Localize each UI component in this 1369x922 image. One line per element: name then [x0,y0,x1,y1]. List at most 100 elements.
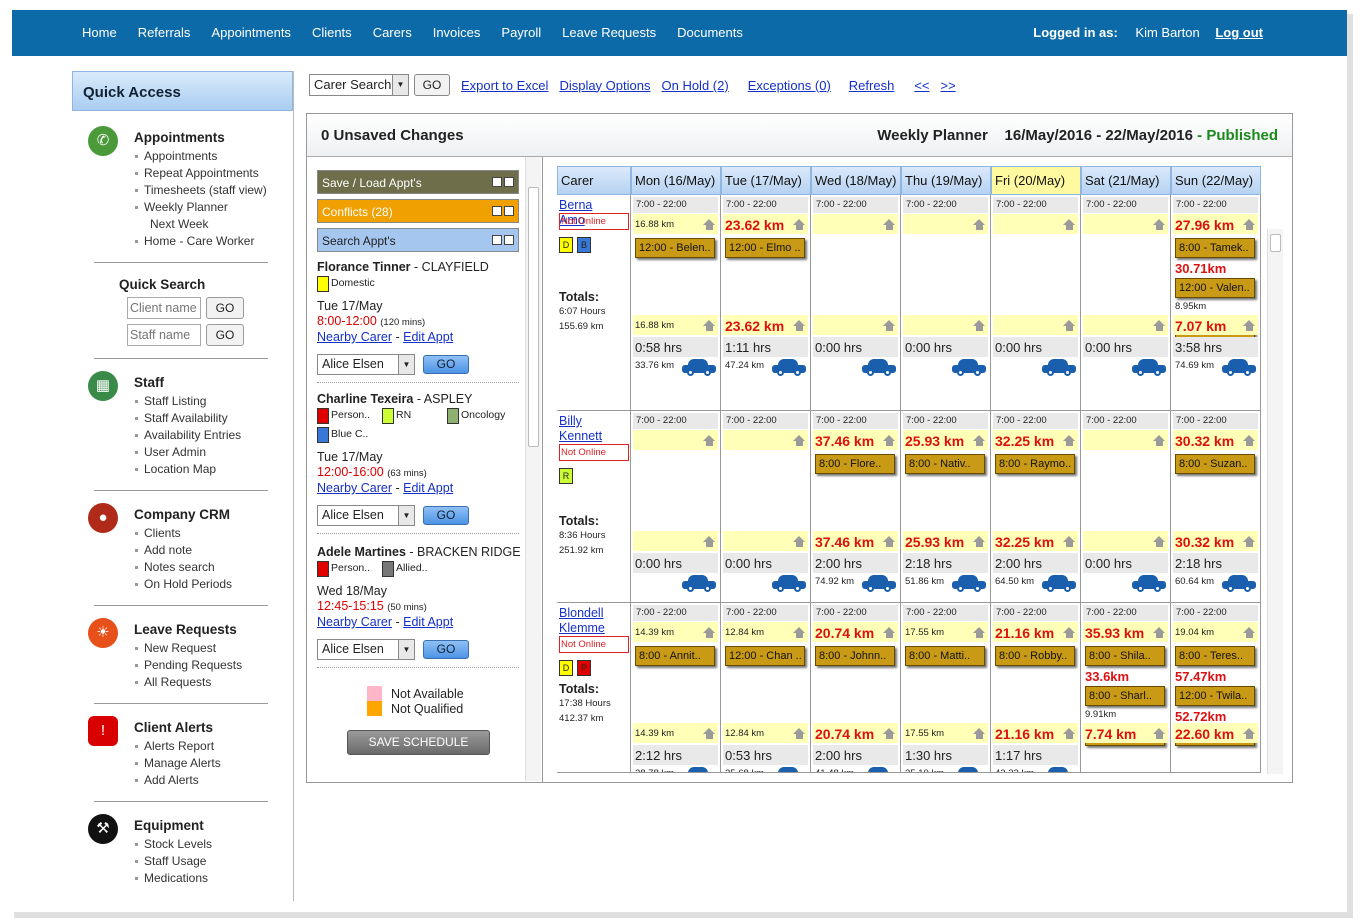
appointment-block[interactable]: 8:00 - Raymo.. [995,454,1075,474]
sidebar-appointments-weekly-planner[interactable]: Weekly Planner [134,200,267,217]
nav-appointments[interactable]: Appointments [211,25,291,40]
chevron-down-icon[interactable]: ▼ [398,640,414,659]
window-controls-icon[interactable] [490,176,514,188]
appointment-block[interactable]: 8:00 - Nativ.. [905,454,985,474]
prev-week-link[interactable]: << [914,78,929,93]
divider [94,490,268,491]
sidebar-leave-all-requests[interactable]: All Requests [134,675,242,692]
nav-leave-requests[interactable]: Leave Requests [562,25,656,40]
appointment-block[interactable]: 12:00 - Belen.. [635,238,715,258]
appointment-block[interactable]: 8:00 - Annit.. [635,646,715,666]
scroll-thumb[interactable] [528,187,539,447]
nav-home[interactable]: Home [82,25,117,40]
carer-go-button[interactable]: GO [423,506,469,525]
tag-swatch [382,408,394,424]
scroll-thumb[interactable] [1270,234,1281,252]
sidebar-appointments-next-week[interactable]: Next Week [134,217,267,234]
save-load-bar[interactable]: Save / Load Appt's [317,170,519,194]
sidebar-equipment-staff-usage[interactable]: Staff Usage [134,854,212,871]
sidebar-alerts-add-alerts[interactable]: Add Alerts [134,773,221,790]
appointment-block[interactable]: 12:00 - Valen.. [1175,278,1255,298]
chevron-down-icon[interactable]: ▼ [398,506,414,525]
sidebar-crm-add-note[interactable]: Add note [134,543,232,560]
next-week-link[interactable]: >> [941,78,956,93]
search-appts-bar[interactable]: Search Appt's [317,228,519,252]
appointment-block[interactable]: 12:00 - Twila.. [1175,686,1255,706]
nav-clients[interactable]: Clients [312,25,352,40]
sidebar-appointments-timesheets-staff-view[interactable]: Timesheets (staff view) [134,183,267,200]
appointment-block[interactable]: 8:00 - Sharl.. [1085,686,1165,706]
appointment-block[interactable]: 8:00 - Johnn.. [815,646,895,666]
appointment-block[interactable]: 8:00 - Teres.. [1175,646,1255,666]
search-type-value: Carer Search [314,77,392,92]
appointment-block[interactable]: 8:00 - Tamek.. [1175,238,1255,258]
staff-icon: ▦ [88,371,118,401]
nav-referrals[interactable]: Referrals [138,25,191,40]
edit-appt-link[interactable]: Edit Appt [403,615,453,629]
sidebar-staff-availability-entries[interactable]: Availability Entries [134,428,241,445]
km-between: 57.47km [1175,669,1227,684]
appointment-block[interactable]: 8:00 - Robby.. [995,646,1075,666]
sidebar-equipment-stock-levels[interactable]: Stock Levels [134,837,212,854]
carer-go-button[interactable]: GO [423,640,469,659]
nav-invoices[interactable]: Invoices [433,25,481,40]
sidebar-staff-staff-availability[interactable]: Staff Availability [134,411,241,428]
save-schedule-button[interactable]: SAVE SCHEDULE [347,730,490,755]
carer-select[interactable]: Alice Elsen ▼ [317,505,415,526]
conflicts-bar[interactable]: Conflicts (28) [317,199,519,223]
sidebar-alerts-manage-alerts[interactable]: Manage Alerts [134,756,221,773]
appointment-block[interactable]: 8:00 - Shila.. [1085,646,1165,666]
edit-appt-link[interactable]: Edit Appt [403,481,453,495]
carer-name-link[interactable]: Blondell Klemme [559,606,619,636]
sidebar-appointments-home-care-worker[interactable]: Home - Care Worker [134,234,267,251]
sidebar-crm-clients[interactable]: Clients [134,526,232,543]
client-name-input[interactable] [127,297,201,319]
search-type-select[interactable]: Carer Search ▼ [309,74,409,96]
refresh-link[interactable]: Refresh [849,78,895,93]
total-hours: 17:38 Hours [559,698,611,709]
display-options-link[interactable]: Display Options [559,78,650,93]
sidebar-staff-staff-listing[interactable]: Staff Listing [134,394,241,411]
export-excel-link[interactable]: Export to Excel [461,78,548,93]
sidebar-leave-new-request[interactable]: New Request [134,641,242,658]
on-hold-link[interactable]: On Hold (2) [661,78,728,93]
appointment-block[interactable]: 12:00 - Elmo .. [725,238,805,258]
edit-appt-link[interactable]: Edit Appt [403,330,453,344]
carer-name-link[interactable]: Billy Kennett [559,414,619,444]
carer-select[interactable]: Alice Elsen ▼ [317,639,415,660]
carer-select[interactable]: Alice Elsen ▼ [317,354,415,375]
sidebar-staff-location-map[interactable]: Location Map [134,462,241,479]
chevron-down-icon[interactable]: ▼ [392,75,408,95]
window-controls-icon[interactable] [490,205,514,217]
sidebar-appointments-repeat-appointments[interactable]: Repeat Appointments [134,166,267,183]
home-icon [1243,627,1256,638]
window-controls-icon[interactable] [490,234,514,246]
logout-link[interactable]: Log out [1215,25,1263,40]
nearby-carer-link[interactable]: Nearby Carer [317,330,392,344]
client-search-go-button[interactable]: GO [206,297,244,319]
appointment-block[interactable]: 12:00 - Chan .. [725,646,805,666]
appointment-block[interactable]: 8:00 - Suzan.. [1175,454,1255,474]
staff-name-input[interactable] [127,324,201,346]
nav-payroll[interactable]: Payroll [501,25,541,40]
grid-scrollbar[interactable] [1267,229,1283,774]
sidebar-alerts-alerts-report[interactable]: Alerts Report [134,739,221,756]
left-pane-scrollbar[interactable] [525,157,541,781]
appointment-block[interactable]: 8:00 - Flore.. [815,454,895,474]
search-go-button[interactable]: GO [414,74,450,96]
exceptions-link[interactable]: Exceptions (0) [748,78,831,93]
sidebar-leave-pending-requests[interactable]: Pending Requests [134,658,242,675]
sidebar-crm-on-hold-periods[interactable]: On Hold Periods [134,577,232,594]
nav-documents[interactable]: Documents [677,25,743,40]
staff-search-go-button[interactable]: GO [206,324,244,346]
sidebar-appointments-appointments[interactable]: Appointments [134,149,267,166]
carer-go-button[interactable]: GO [423,355,469,374]
sidebar-staff-user-admin[interactable]: User Admin [134,445,241,462]
nearby-carer-link[interactable]: Nearby Carer [317,481,392,495]
appointment-block[interactable]: 8:00 - Matti.. [905,646,985,666]
nearby-carer-link[interactable]: Nearby Carer [317,615,392,629]
nav-carers[interactable]: Carers [373,25,412,40]
sidebar-crm-notes-search[interactable]: Notes search [134,560,232,577]
chevron-down-icon[interactable]: ▼ [398,355,414,374]
sidebar-equipment-medications[interactable]: Medications [134,871,212,888]
